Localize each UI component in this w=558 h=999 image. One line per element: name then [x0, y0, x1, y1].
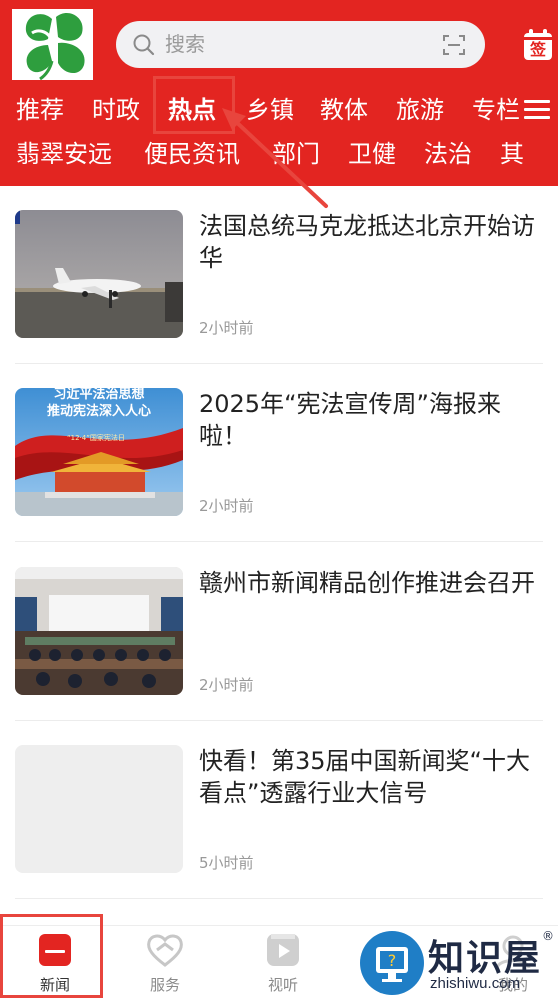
constitution-poster-thumbnail: 习近平法治思想 推动宪法深入人心 “12·4”国家宪法日 [15, 388, 183, 516]
nav-item-education[interactable]: 教体 [320, 90, 368, 130]
watermark-registered-mark: ® [542, 929, 554, 943]
nav-item-columns[interactable]: 专栏 [472, 90, 520, 130]
article-title: 2025年“宪法宣传周”海报来啦！ [199, 390, 501, 450]
nav-item-towns[interactable]: 乡镇 [246, 90, 294, 130]
tab-service[interactable]: 服务 [110, 926, 220, 999]
annotation-box-news-tab [0, 914, 103, 998]
nav-item-politics[interactable]: 时政 [92, 90, 140, 130]
svg-text:?: ? [388, 951, 397, 970]
search-placeholder: 搜索 [165, 32, 205, 56]
tab-label: 服务 [149, 976, 180, 994]
poster-line-1: 习近平法治思想 [53, 388, 145, 402]
nav-item-other[interactable]: 其 [500, 134, 524, 174]
sign-label: 签 [529, 40, 546, 59]
article-title: 法国总统马克龙抵达北京开始访华 [199, 212, 535, 272]
clover-logo-icon [25, 12, 85, 81]
video-icon [267, 934, 299, 966]
annotation-box-hot-tab [153, 76, 235, 134]
list-divider [15, 363, 543, 364]
list-divider [15, 720, 543, 721]
nav-item-tourism[interactable]: 旅游 [396, 90, 444, 130]
watermark-title: 知识屋 [428, 937, 543, 979]
article-time: 5小时前 [199, 854, 254, 872]
list-divider [15, 898, 543, 899]
tab-label: 视听 [267, 976, 298, 994]
search-icon [133, 34, 155, 56]
scan-icon[interactable] [442, 33, 466, 57]
nav-item-departments[interactable]: 部门 [272, 134, 320, 174]
app-logo [12, 9, 93, 81]
search-bar[interactable]: 搜索 [116, 21, 485, 68]
article-time: 2小时前 [199, 676, 254, 694]
news-list-item[interactable]: 赣州市新闻精品创作推进会召开 2小时前 [0, 567, 558, 745]
image-placeholder [15, 745, 183, 873]
app-screen: 搜索 签 推荐 时政 热点 乡镇 教体 旅游 专栏 翡翠安远 便民资讯 部门 卫… [0, 0, 558, 999]
sign-in-button[interactable]: 签 [522, 28, 554, 62]
article-time: 2小时前 [199, 497, 254, 515]
news-list-item[interactable]: 法国总统马克龙抵达北京开始访华 2小时前 [0, 210, 558, 388]
watermark: ? 知识屋 ® zhishiwu.com [356, 925, 558, 999]
nav-item-recommend[interactable]: 推荐 [16, 90, 64, 130]
article-time: 2小时前 [199, 319, 254, 337]
news-list-item[interactable]: 习近平法治思想 推动宪法深入人心 “12·4”国家宪法日 2025年“宪法宣传周… [0, 388, 558, 566]
nav-item-law[interactable]: 法治 [424, 134, 472, 174]
meeting-photo-thumbnail [15, 567, 183, 695]
nav-item-health[interactable]: 卫健 [348, 134, 396, 174]
poster-line-2: 推动宪法深入人心 [46, 404, 151, 419]
nav-item-public-info[interactable]: 便民资讯 [144, 134, 240, 174]
airplane-image [15, 210, 183, 338]
list-divider [15, 541, 543, 542]
poster-badge: “12·4”国家宪法日 [67, 434, 125, 442]
header: 搜索 签 推荐 时政 热点 乡镇 教体 旅游 专栏 翡翠安远 便民资讯 部门 卫… [0, 0, 558, 186]
airplane-photo-thumbnail [15, 210, 183, 338]
article-title: 赣州市新闻精品创作推进会召开 [199, 569, 535, 597]
channel-nav-row-2: 翡翠安远 便民资讯 部门 卫健 法治 其 [0, 134, 558, 174]
watermark-url: zhishiwu.com [430, 975, 521, 992]
tab-video[interactable]: 视听 [228, 926, 338, 999]
watermark-logo-icon: ? [360, 931, 424, 995]
menu-icon[interactable] [524, 100, 550, 120]
nav-item-feicui-anyuan[interactable]: 翡翠安远 [16, 134, 112, 174]
meeting-image [15, 567, 183, 695]
news-list-item[interactable]: 快看！第35届中国新闻奖“十大看点”透露行业大信号 5小时前 [0, 745, 558, 923]
channel-nav-row-1: 推荐 时政 热点 乡镇 教体 旅游 专栏 [0, 90, 558, 130]
article-title: 快看！第35届中国新闻奖“十大看点”透露行业大信号 [199, 747, 530, 807]
service-icon [147, 934, 183, 967]
